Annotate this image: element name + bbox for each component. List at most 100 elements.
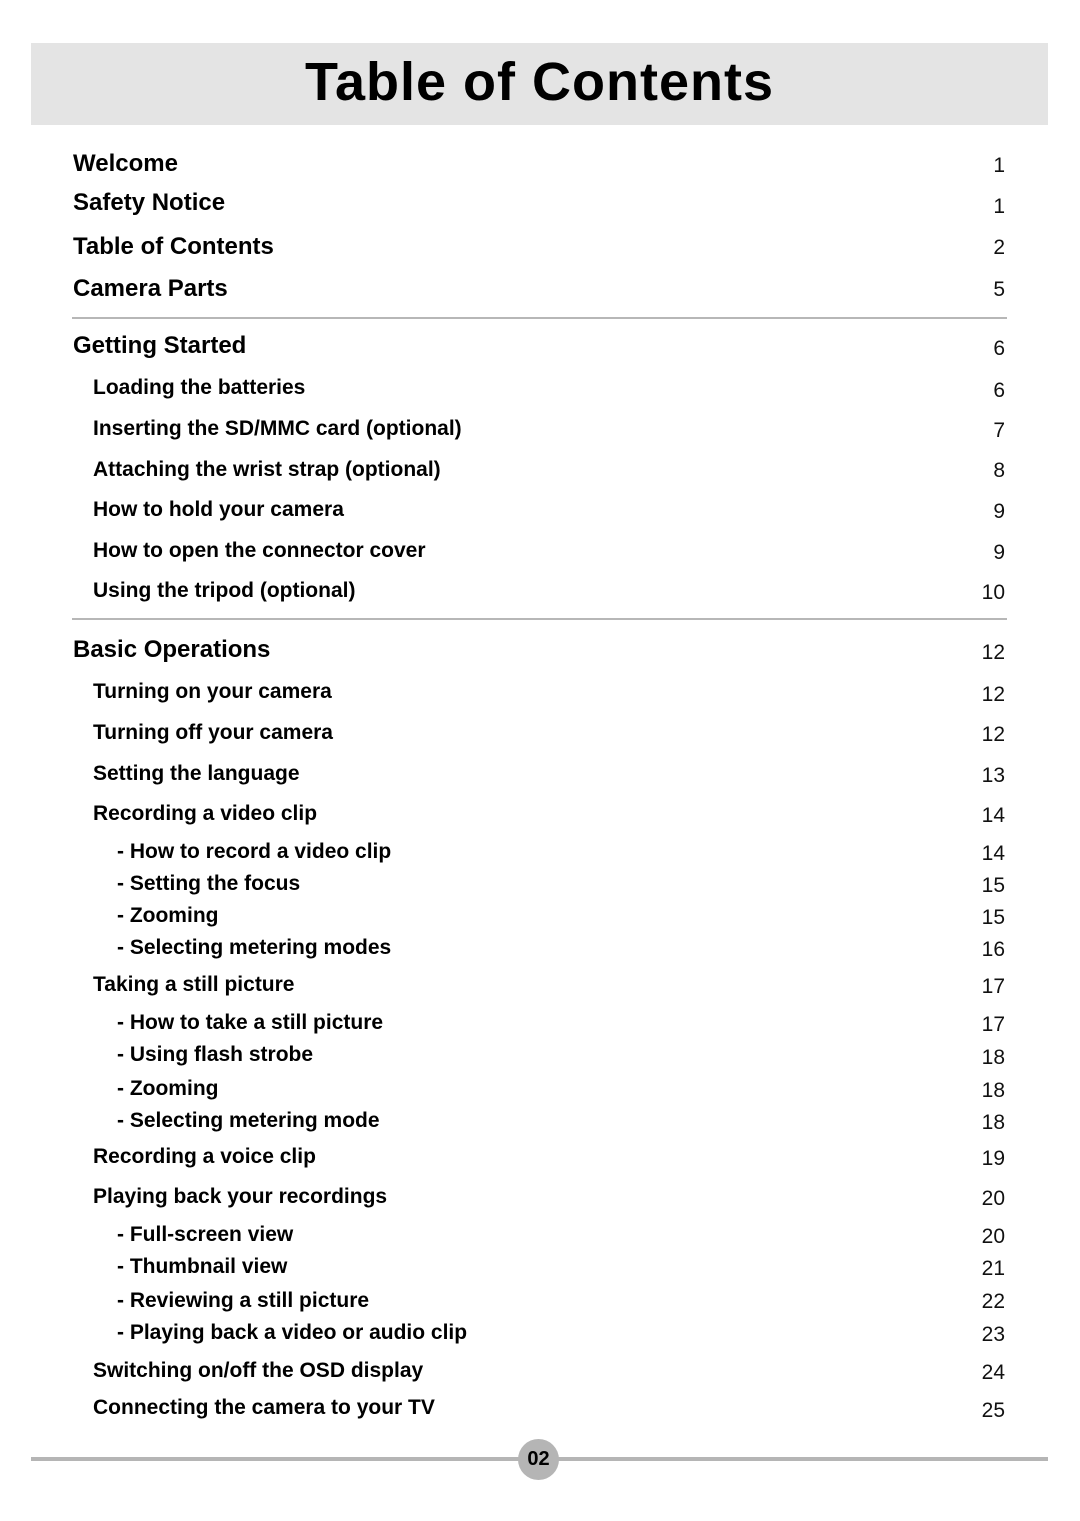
toc-entry-page: 18: [981, 1079, 1005, 1102]
toc-subentry[interactable]: - How to take a still picture 17: [0, 1011, 1080, 1041]
toc-entry[interactable]: Loading the batteries 6: [0, 376, 1080, 406]
toc-section-basic-operations[interactable]: Basic Operations 12: [0, 636, 1080, 666]
toc-subentry[interactable]: - How to record a video clip 14: [0, 840, 1080, 870]
toc-subentry[interactable]: - Thumbnail view 21: [0, 1255, 1080, 1285]
toc-entry-page: 19: [981, 1147, 1005, 1170]
toc-entry-page: 17: [981, 975, 1005, 998]
toc-subentry[interactable]: - Setting the focus 15: [0, 872, 1080, 902]
toc-entry[interactable]: Using the tripod (optional) 10: [0, 579, 1080, 609]
toc-entry-label: Table of Contents: [73, 233, 274, 260]
toc-entry-label: Using the tripod (optional): [93, 579, 356, 602]
toc-subentry[interactable]: - Zooming 15: [0, 904, 1080, 934]
toc-entry[interactable]: Recording a video clip 14: [0, 802, 1080, 832]
toc-section-getting-started[interactable]: Getting Started 6: [0, 332, 1080, 362]
toc-entry-page: 15: [981, 874, 1005, 897]
toc-entry-label: Recording a voice clip: [93, 1145, 316, 1168]
toc-entry-label: Playing back your recordings: [93, 1185, 388, 1208]
toc-entry[interactable]: Turning on your camera 12: [0, 680, 1080, 710]
toc-entry-label: - Reviewing a still picture: [117, 1289, 370, 1312]
toc-entry-table-of-contents[interactable]: Table of Contents 2: [0, 233, 1080, 263]
toc-entry-label: Turning off your camera: [93, 721, 333, 744]
toc-entry-page: 18: [981, 1046, 1005, 1069]
toc-entry[interactable]: Switching on/off the OSD display 24: [0, 1359, 1080, 1389]
toc-entry[interactable]: Turning off your camera 12: [0, 721, 1080, 751]
toc-entry-page: 9: [993, 500, 1005, 523]
toc-entry-label: - Setting the focus: [117, 872, 301, 895]
toc-entry-label: - How to record a video clip: [117, 840, 392, 863]
toc-entry[interactable]: Playing back your recordings 20: [0, 1185, 1080, 1215]
toc-subentry[interactable]: - Playing back a video or audio clip 23: [0, 1321, 1080, 1351]
toc-entry-safety-notice[interactable]: Safety Notice 1: [0, 189, 1080, 219]
toc-entry-label: - How to take a still picture: [117, 1011, 384, 1034]
toc-entry-page: 25: [981, 1399, 1005, 1422]
toc-subentry[interactable]: - Zooming 18: [0, 1077, 1080, 1107]
toc-entry-label: Getting Started: [73, 332, 247, 359]
toc-entry-label: - Using flash strobe: [117, 1043, 314, 1066]
toc-entry-page: 2: [993, 236, 1005, 259]
toc-entry-label: Inserting the SD/MMC card (optional): [93, 417, 462, 440]
toc-entry-page: 1: [993, 154, 1005, 177]
toc-entry-label: Basic Operations: [73, 636, 271, 663]
toc-entry-page: 14: [981, 804, 1005, 827]
toc-entry-page: 15: [981, 906, 1005, 929]
toc-entry-label: - Full-screen view: [117, 1223, 294, 1246]
toc-entry-page: 23: [981, 1323, 1005, 1346]
toc-subentry[interactable]: - Using flash strobe 18: [0, 1043, 1080, 1073]
toc-entry-label: Setting the language: [93, 762, 300, 785]
toc-entry-page: 8: [993, 459, 1005, 482]
section-divider: [72, 317, 1007, 319]
toc-entry-page: 5: [993, 278, 1005, 301]
toc-entry-page: 6: [993, 379, 1005, 402]
toc-entry[interactable]: Taking a still picture 17: [0, 973, 1080, 1003]
page-number-badge: 02: [518, 1439, 559, 1480]
toc-subentry[interactable]: - Selecting metering modes 16: [0, 936, 1080, 966]
toc-entry-label: - Selecting metering mode: [117, 1109, 380, 1132]
toc-entry-page: 24: [981, 1361, 1005, 1384]
section-divider: [72, 618, 1007, 620]
toc-entry-page: 14: [981, 842, 1005, 865]
toc-entry-label: Camera Parts: [73, 275, 228, 302]
toc-entry-page: 10: [981, 581, 1005, 604]
toc-entry-page: 9: [993, 541, 1005, 564]
toc-subentry[interactable]: - Reviewing a still picture 22: [0, 1289, 1080, 1319]
toc-entry-page: 12: [981, 723, 1005, 746]
toc-entry-page: 16: [981, 938, 1005, 961]
toc-entry-page: 18: [981, 1111, 1005, 1134]
toc-entry-page: 7: [993, 419, 1005, 442]
toc-entry-page: 12: [981, 683, 1005, 706]
toc-entry-label: Connecting the camera to your TV: [93, 1396, 435, 1419]
toc-entry-label: Switching on/off the OSD display: [93, 1359, 424, 1382]
page-title: Table of Contents: [305, 52, 774, 112]
toc-entry-page: 21: [981, 1257, 1005, 1280]
toc-entry-label: Recording a video clip: [93, 802, 318, 825]
toc-entry[interactable]: Connecting the camera to your TV 25: [0, 1396, 1080, 1426]
toc-entry[interactable]: How to open the connector cover 9: [0, 539, 1080, 569]
toc-entry[interactable]: Setting the language 13: [0, 762, 1080, 792]
toc-entry-label: - Thumbnail view: [117, 1255, 288, 1278]
toc-entry-label: Turning on your camera: [93, 680, 332, 703]
toc-entry-page: 13: [981, 764, 1005, 787]
toc-entry[interactable]: How to hold your camera 9: [0, 498, 1080, 528]
toc-entry-label: How to hold your camera: [93, 498, 344, 521]
toc-entry-label: Safety Notice: [73, 189, 226, 216]
toc-entry-label: Loading the batteries: [93, 376, 306, 399]
toc-entry-page: 6: [993, 337, 1005, 360]
toc-entry-label: Welcome: [73, 150, 178, 177]
toc-entry-page: 20: [981, 1187, 1005, 1210]
toc-entry-camera-parts[interactable]: Camera Parts 5: [0, 275, 1080, 305]
toc-entry-page: 20: [981, 1225, 1005, 1248]
toc-entry-label: - Selecting metering modes: [117, 936, 392, 959]
toc-entry-label: Attaching the wrist strap (optional): [93, 458, 441, 481]
toc-entry[interactable]: Attaching the wrist strap (optional) 8: [0, 458, 1080, 488]
toc-subentry[interactable]: - Selecting metering mode 18: [0, 1109, 1080, 1139]
toc-entry[interactable]: Recording a voice clip 19: [0, 1145, 1080, 1175]
toc-entry-page: 12: [981, 641, 1005, 664]
toc-entry-label: - Zooming: [117, 1077, 219, 1100]
toc-entry-label: - Zooming: [117, 904, 219, 927]
toc-entry-page: 17: [981, 1013, 1005, 1036]
toc-entry[interactable]: Inserting the SD/MMC card (optional) 7: [0, 417, 1080, 447]
toc-entry-welcome[interactable]: Welcome 1: [0, 150, 1080, 180]
toc-entry-label: Taking a still picture: [93, 973, 295, 996]
title-banner: Table of Contents: [31, 43, 1048, 125]
toc-subentry[interactable]: - Full-screen view 20: [0, 1223, 1080, 1253]
